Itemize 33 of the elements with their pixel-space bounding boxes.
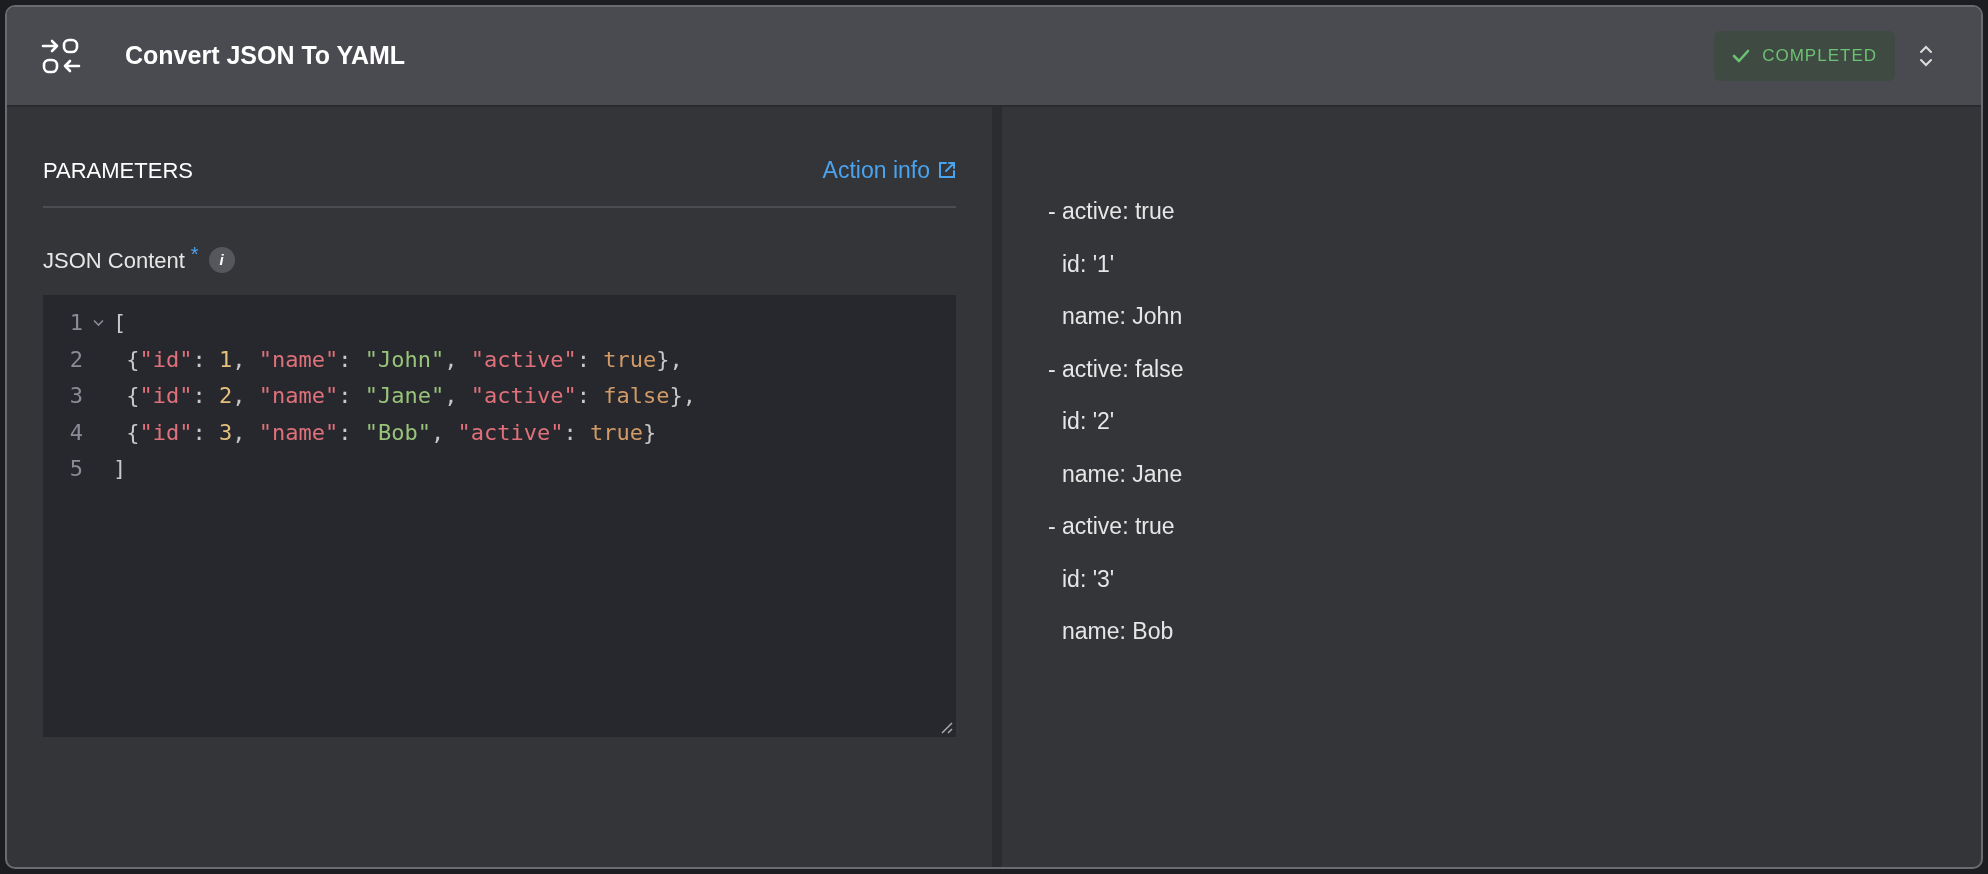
yaml-line: name: Jane xyxy=(1062,459,1183,489)
external-link-icon xyxy=(938,161,956,180)
action-title: Convert JSON To YAML xyxy=(125,40,406,72)
section-title: PARAMETERS xyxy=(43,156,193,185)
convert-arrows-icon xyxy=(41,36,81,76)
yaml-line: id: '2' xyxy=(1062,407,1115,436)
yaml-line: - active: false xyxy=(1048,354,1184,384)
code-line: {"id": 3, "name": "Bob", "active": true} xyxy=(125,418,657,447)
line-number: 1 xyxy=(68,309,83,338)
line-number: 5 xyxy=(68,455,83,484)
yaml-line: id: '1' xyxy=(1062,249,1115,279)
yaml-line: name: Bob xyxy=(1062,617,1174,646)
code-editor[interactable]: 1 [ 2 {"id": 1, "name": "John", "active": true}, 3 {"id": 2, "name": "Jane", "active": false}, 4 {"id": 3, "name": "Bob", "active": true} 5 ] xyxy=(43,294,956,737)
line-number: 4 xyxy=(68,418,83,447)
field-label: JSON Content xyxy=(43,246,185,275)
code-line: ] xyxy=(113,455,127,484)
line-number: 3 xyxy=(68,382,83,411)
yaml-line: id: '3' xyxy=(1062,564,1115,594)
info-icon[interactable]: i xyxy=(208,247,235,273)
action-info-link[interactable]: Action info xyxy=(822,153,956,188)
check-icon xyxy=(1732,49,1751,63)
code-line: [ xyxy=(113,309,127,338)
required-asterisk: * xyxy=(190,242,199,267)
code-line: {"id": 2, "name": "Jane", "active": false}, xyxy=(125,382,696,411)
yaml-line: - active: true xyxy=(1048,197,1175,226)
line-number: 2 xyxy=(68,345,83,374)
expand-toggle-icon[interactable] xyxy=(1919,44,1933,68)
fold-chevron-icon[interactable] xyxy=(92,318,104,327)
yaml-line: name: John xyxy=(1062,302,1183,331)
code-line: {"id": 1, "name": "John", "active": true}, xyxy=(125,345,683,374)
yaml-line: - active: true xyxy=(1048,512,1175,541)
status-label: COMPLETED xyxy=(1762,45,1877,68)
resize-handle-icon[interactable] xyxy=(941,721,953,734)
